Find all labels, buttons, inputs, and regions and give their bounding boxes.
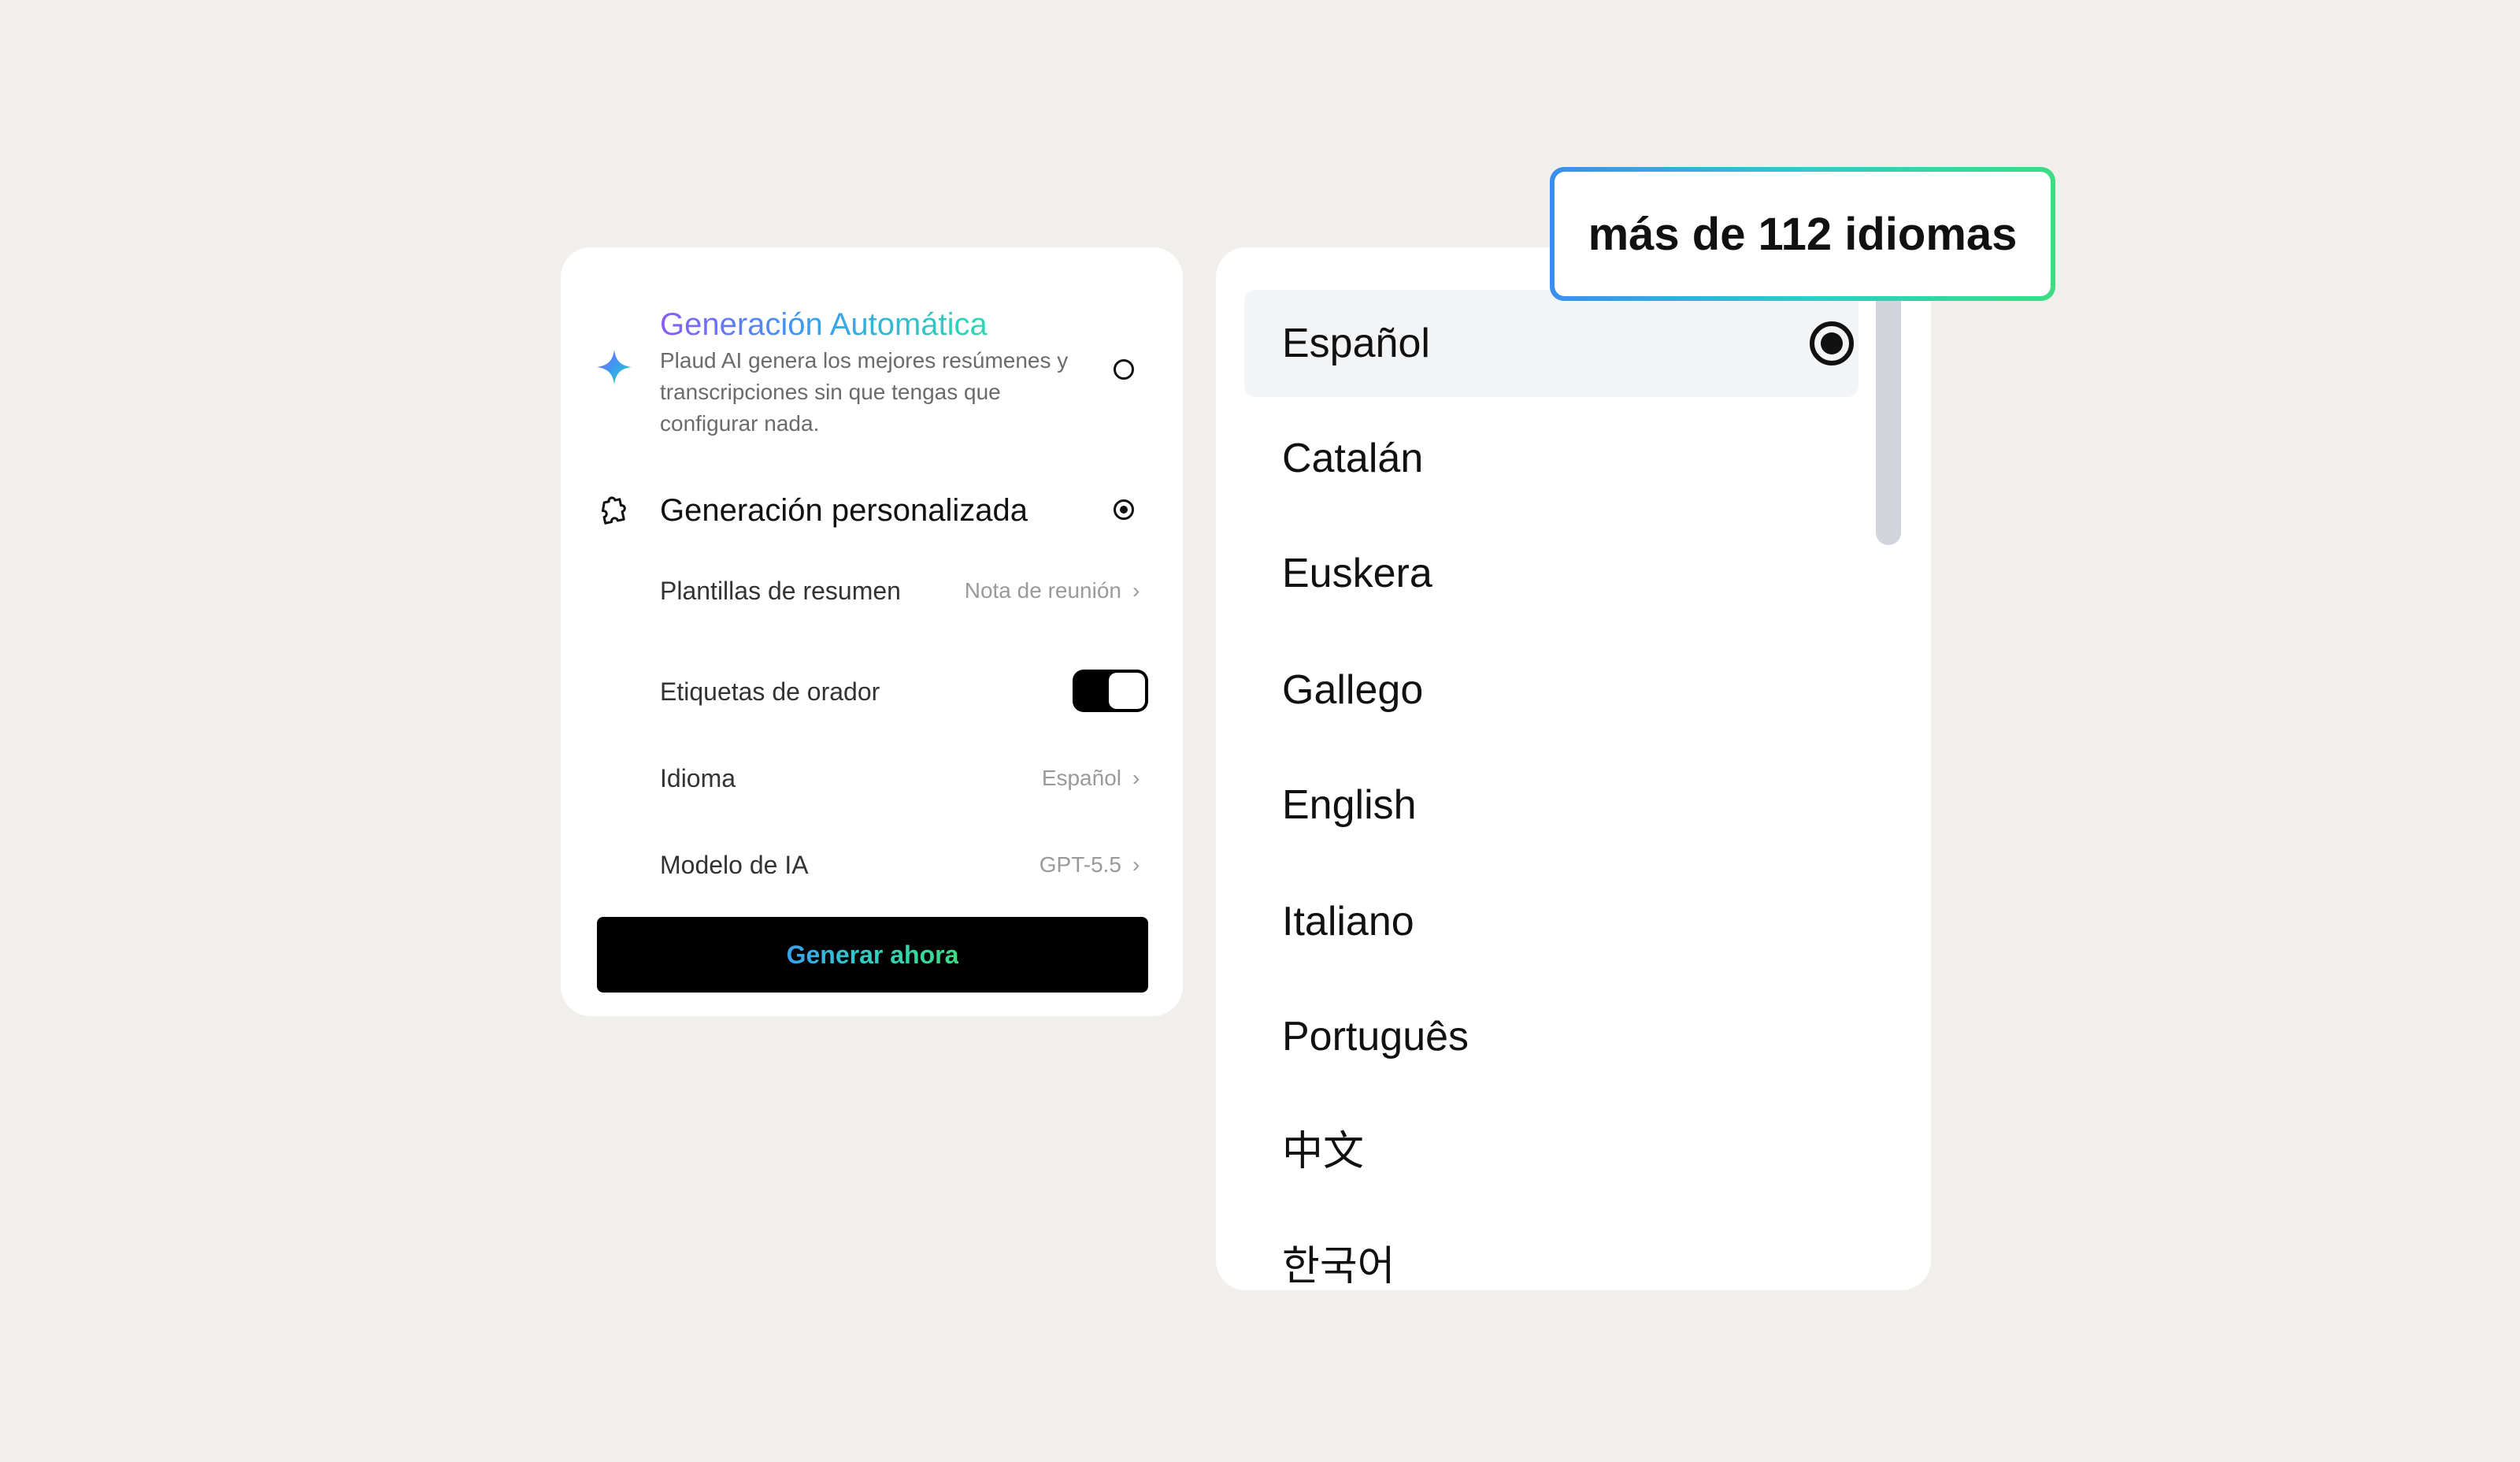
puzzle-icon xyxy=(601,496,626,525)
ai-model-label: Modelo de IA xyxy=(660,851,809,879)
language-label: Italiano xyxy=(1282,899,1414,944)
language-item-chinese[interactable]: 中文 xyxy=(1244,1098,1858,1205)
generation-settings-card: Generación Automática Plaud AI genera lo… xyxy=(561,247,1183,1016)
language-label: 中文 xyxy=(1282,1129,1365,1174)
custom-generation-radio[interactable] xyxy=(1114,499,1134,520)
language-item-gallego[interactable]: Gallego xyxy=(1244,636,1858,744)
auto-generation-radio[interactable] xyxy=(1114,359,1134,380)
summary-templates-value: Nota de reunión xyxy=(964,578,1121,603)
language-item-espanol[interactable]: Español xyxy=(1244,290,1858,397)
speaker-labels-label: Etiquetas de orador xyxy=(660,677,880,706)
chevron-right-icon: › xyxy=(1132,852,1140,877)
language-item-portugues[interactable]: Português xyxy=(1244,983,1858,1090)
language-value: Español xyxy=(1041,766,1121,790)
language-item-italiano[interactable]: Italiano xyxy=(1244,868,1858,975)
language-list-card: Español Catalán Euskera Gallego English … xyxy=(1216,247,1931,1290)
generate-now-label: Generar ahora xyxy=(786,940,959,969)
language-label: Euskera xyxy=(1282,551,1432,596)
ai-model-value: GPT-5.5 xyxy=(1039,852,1121,877)
language-label: Idioma xyxy=(660,764,736,792)
selected-radio xyxy=(1810,321,1854,366)
language-list-scrollbar[interactable] xyxy=(1876,279,1901,545)
callout-text: más de 112 idiomas xyxy=(1588,208,2018,260)
language-label: Español xyxy=(1282,321,1430,366)
language-label: Gallego xyxy=(1282,667,1424,713)
auto-generation-description: Plaud AI genera los mejores resúmenes y … xyxy=(660,348,1069,436)
language-label: 한국어 xyxy=(1282,1244,1395,1289)
custom-generation-title: Generación personalizada xyxy=(660,493,1028,528)
speaker-labels-toggle[interactable] xyxy=(1073,670,1148,712)
language-label: English xyxy=(1282,782,1417,828)
language-item-catalan[interactable]: Catalán xyxy=(1244,405,1858,512)
language-count-callout: más de 112 idiomas xyxy=(1550,167,2055,301)
sparkle-icon xyxy=(597,350,632,384)
callout-inner: más de 112 idiomas xyxy=(1555,172,2051,296)
language-item-euskera[interactable]: Euskera xyxy=(1244,520,1858,627)
auto-generation-title: Generación Automática xyxy=(660,307,988,342)
chevron-right-icon: › xyxy=(1132,578,1140,603)
generate-now-button[interactable]: Generar ahora xyxy=(597,917,1148,993)
language-label: Português xyxy=(1282,1014,1469,1059)
summary-templates-label: Plantillas de resumen xyxy=(660,577,901,605)
language-label: Catalán xyxy=(1282,436,1424,481)
toggle-knob xyxy=(1109,673,1145,709)
chevron-right-icon: › xyxy=(1132,766,1140,790)
language-item-english[interactable]: English xyxy=(1244,751,1858,859)
language-item-korean[interactable]: 한국어 xyxy=(1244,1213,1858,1290)
